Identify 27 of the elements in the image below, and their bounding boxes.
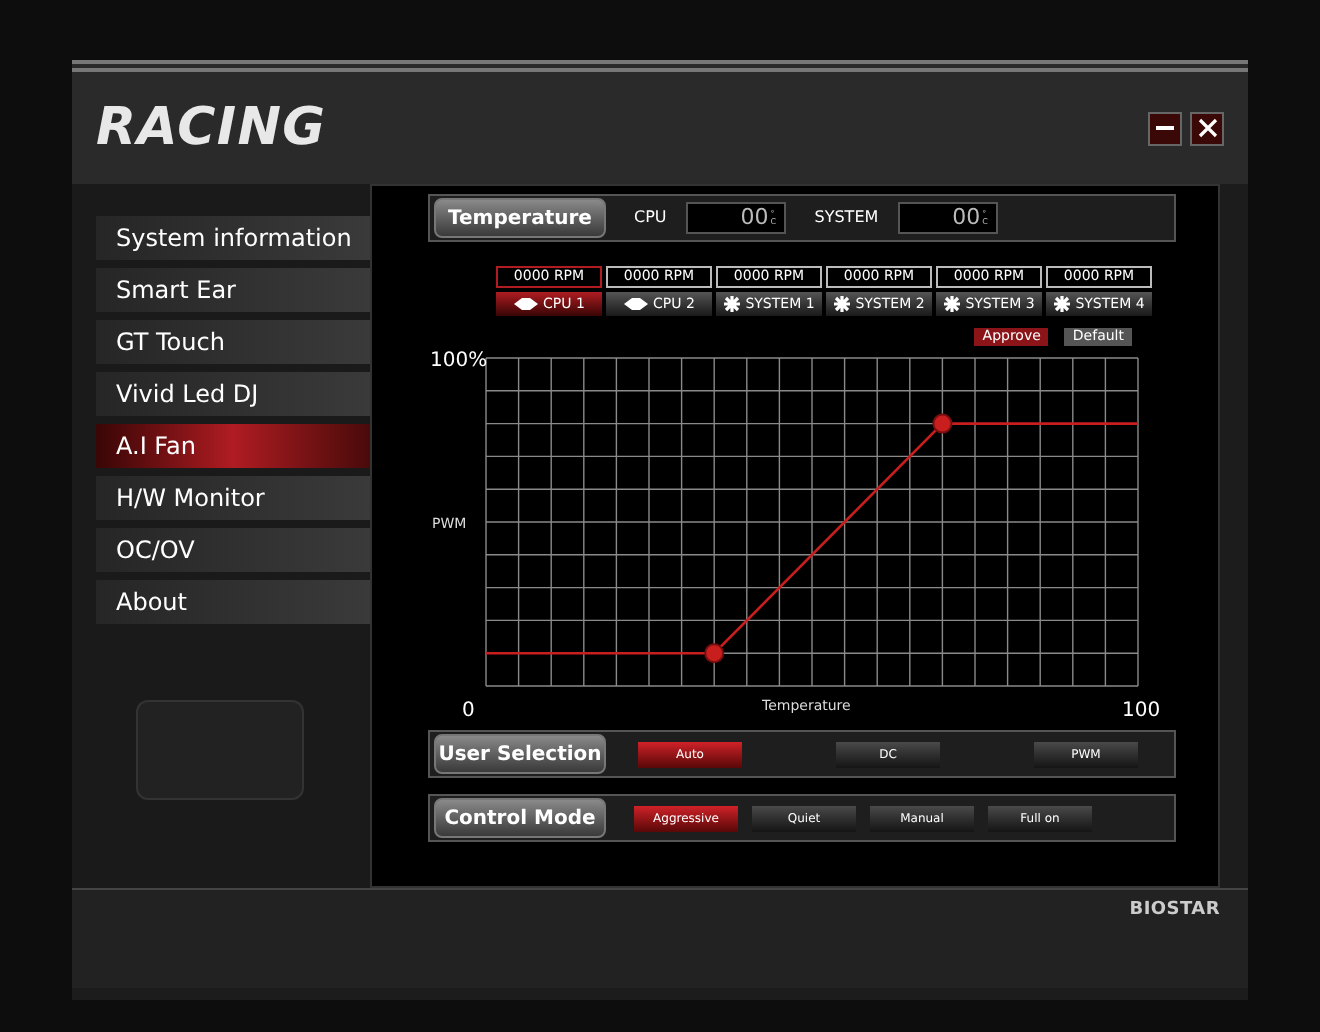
sidebar-item[interactable]: Vivid Led DJ [96, 372, 370, 416]
group-label: Temperature [434, 198, 606, 238]
group-label: Control Mode [434, 798, 606, 838]
brand-logo: BIOSTAR [1129, 898, 1220, 924]
minimize-button[interactable] [1148, 111, 1182, 145]
asterisk-icon [943, 296, 960, 312]
group-label: User Selection [434, 734, 606, 774]
curve-point-handle[interactable] [704, 643, 725, 664]
app-logo: RACING [96, 95, 327, 161]
x-axis-max-label: 100 [1122, 700, 1161, 722]
asterisk-icon [723, 296, 740, 312]
sidebar-item[interactable]: System information [96, 216, 370, 260]
close-icon [1197, 118, 1217, 138]
x-axis-min-label: 0 [462, 700, 475, 722]
curve-point-handle[interactable] [932, 413, 953, 434]
close-button[interactable] [1190, 111, 1224, 145]
y-axis-max-label: 100% [430, 350, 488, 372]
sidebar-item[interactable]: GT Touch [96, 320, 370, 364]
asterisk-icon [1053, 296, 1070, 312]
sidebar-item[interactable]: OC/OV [96, 528, 370, 572]
sidebar-item[interactable]: About [96, 580, 370, 624]
sensor-label: CPU [634, 206, 667, 230]
sidebar-item[interactable]: H/W Monitor [96, 476, 370, 520]
sidebar-item[interactable]: A.I Fan [96, 424, 370, 468]
asterisk-icon [833, 296, 850, 312]
sidebar-item[interactable]: Smart Ear [96, 268, 370, 312]
sensor-label: SYSTEM [814, 206, 879, 230]
